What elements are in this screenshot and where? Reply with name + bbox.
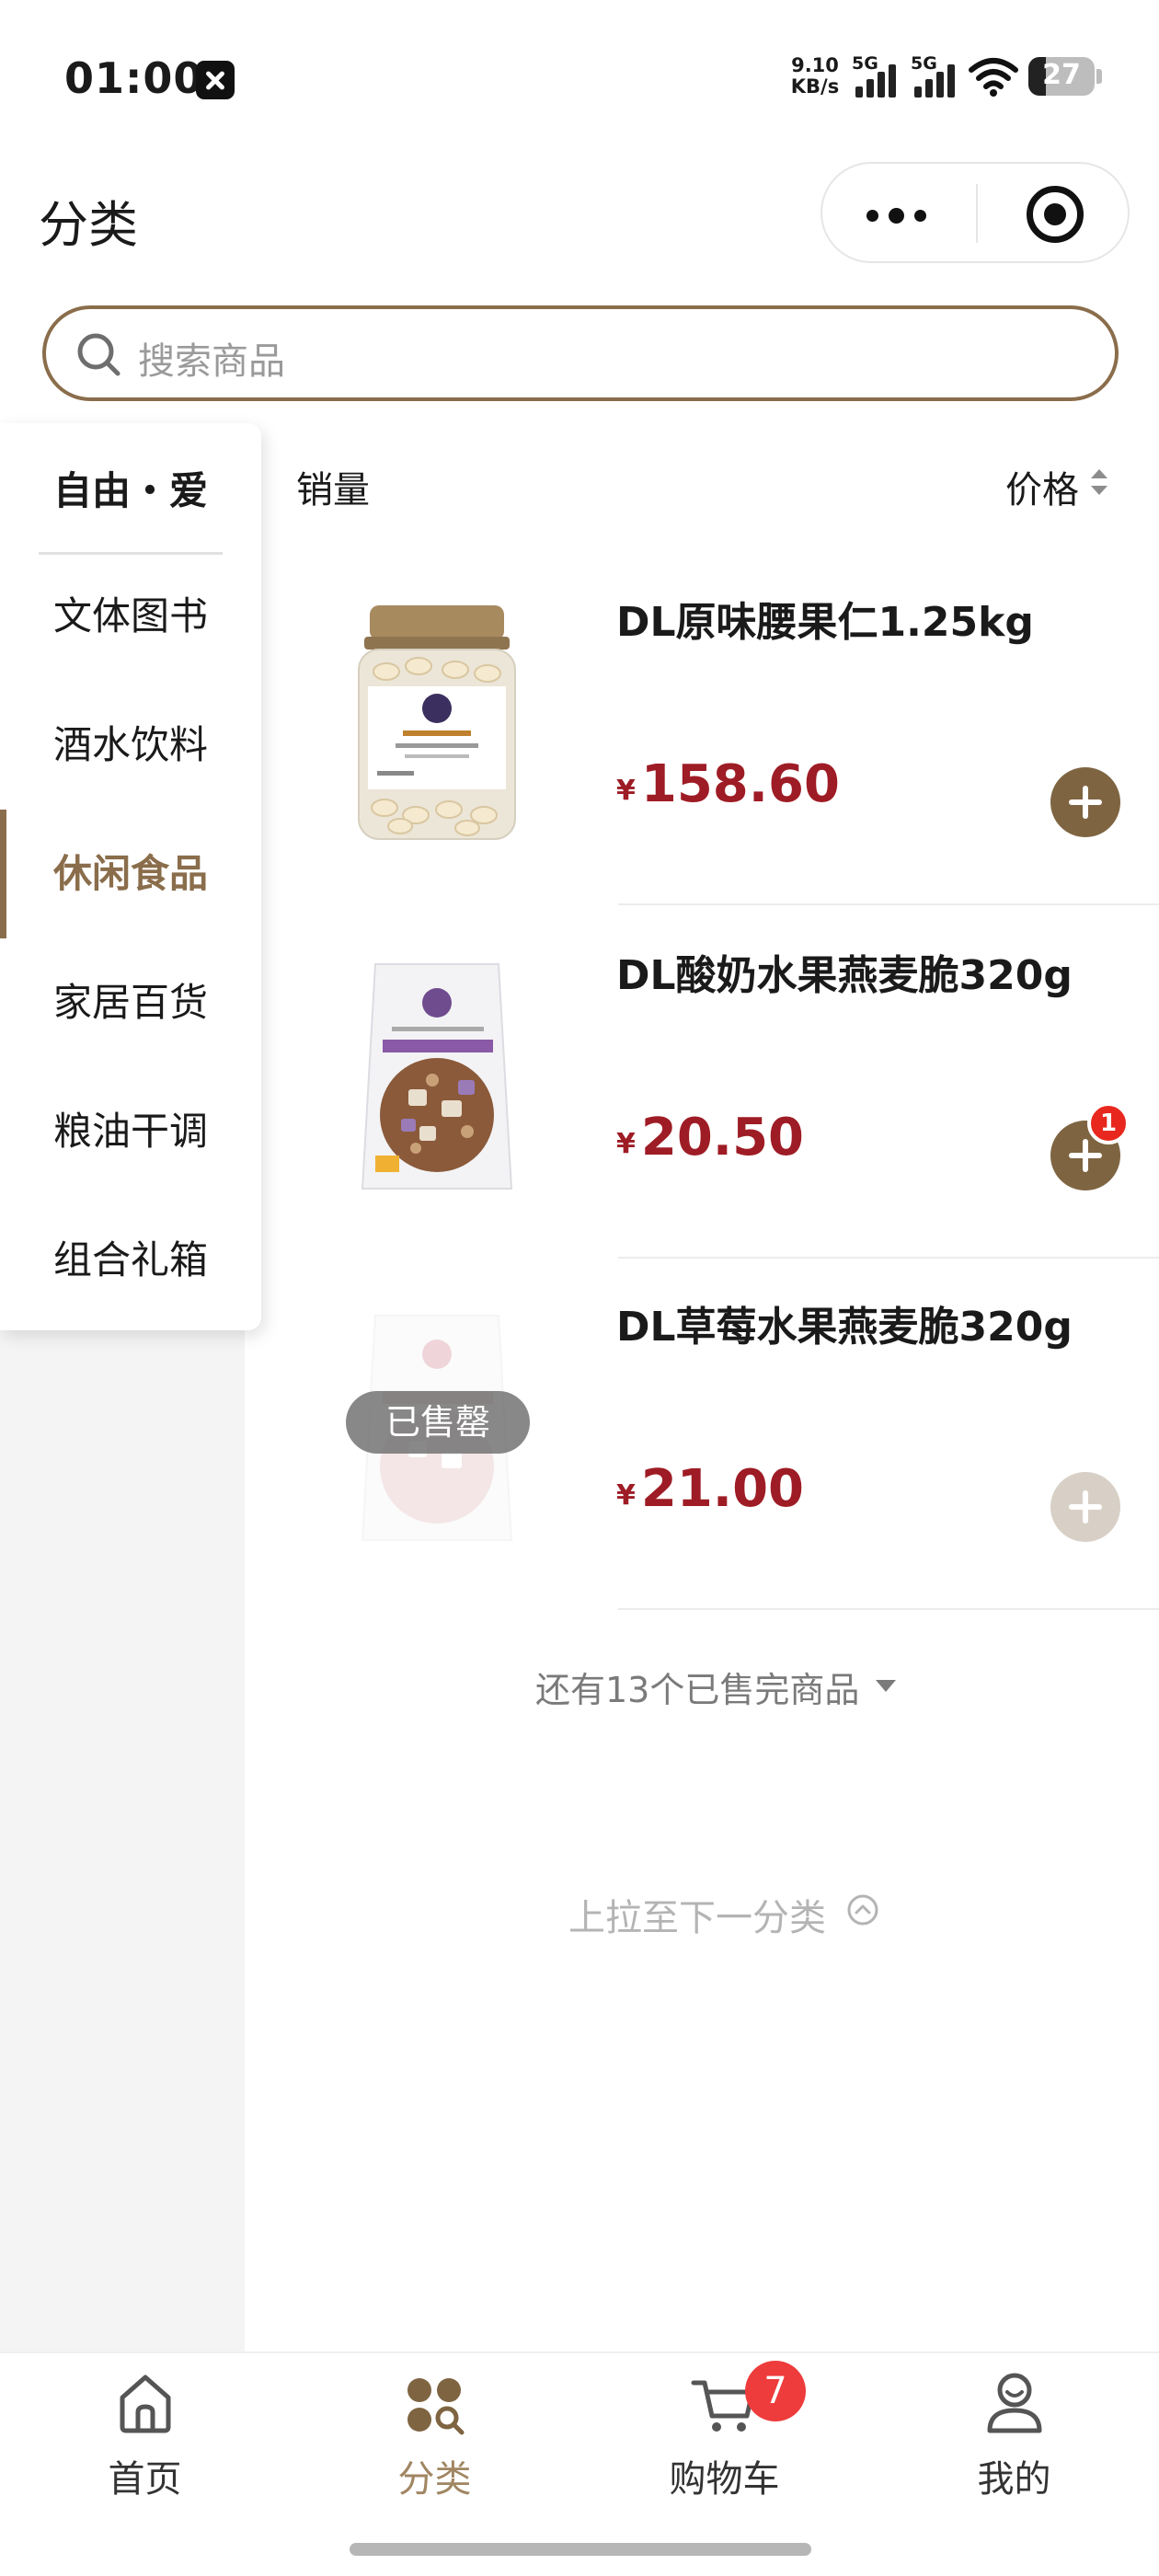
sidebar-item-gift-boxes[interactable]: 组合礼箱	[0, 1214, 261, 1306]
tab-label: 购物车	[669, 2458, 780, 2501]
tab-home[interactable]: 首页	[0, 2353, 290, 2537]
add-to-cart-button	[1050, 1472, 1120, 1542]
tab-cart[interactable]: 购物车	[580, 2353, 869, 2537]
more-options-icon[interactable]	[866, 191, 940, 237]
net-speed-unit: KB/s	[790, 75, 840, 98]
category-sidebar: 自由・爱 文体图书 酒水饮料 休闲食品 家居百货 粮油干调 组合礼箱	[0, 423, 261, 1330]
product-image	[331, 598, 543, 846]
product-item[interactable]: 已售罄 DL草莓水果燕麦脆320g ¥21.00	[276, 1257, 1159, 1610]
product-image	[331, 951, 543, 1200]
status-time: 01:00	[64, 53, 204, 103]
signal-type-label: 5G	[852, 53, 878, 74]
product-item[interactable]: DL酸奶水果燕麦脆320g ¥20.50 1	[276, 905, 1159, 1259]
net-speed-value: 9.10	[791, 54, 839, 76]
sort-by-price[interactable]: 价格	[1005, 460, 1079, 513]
profile-icon	[987, 2373, 1042, 2433]
search-placeholder: 搜索商品	[138, 340, 285, 383]
sidebar-item-snacks[interactable]: 休闲食品	[0, 810, 261, 938]
signal-type-label: 5G	[911, 53, 937, 74]
wifi-icon	[969, 58, 1018, 97]
battery-level: 27	[1042, 59, 1081, 91]
sidebar-item-grain-oil[interactable]: 粮油干调	[0, 1086, 261, 1178]
category-icon	[407, 2378, 465, 2435]
product-price: ¥20.50	[616, 1108, 805, 1167]
sort-arrows-icon[interactable]	[1087, 464, 1111, 500]
tab-category[interactable]: 分类	[290, 2353, 580, 2537]
sort-by-sales[interactable]: 销量	[296, 460, 370, 513]
product-name[interactable]: DL草莓水果燕麦脆320g	[616, 1294, 1073, 1352]
product-name[interactable]: DL原味腰果仁1.25kg	[616, 589, 1034, 648]
chevron-up-circle-icon	[847, 1894, 878, 1926]
more-sold-out-toggle[interactable]: 还有13个已售完商品	[535, 1662, 859, 1712]
close-miniprogram-icon[interactable]	[1027, 186, 1084, 243]
notification-x-icon	[196, 61, 235, 99]
pull-next-category-hint: 上拉至下一分类	[568, 1897, 826, 1939]
home-indicator[interactable]	[350, 2543, 811, 2556]
tab-profile[interactable]: 我的	[869, 2353, 1159, 2537]
tab-label: 首页	[108, 2458, 182, 2501]
sidebar-item-household[interactable]: 家居百货	[0, 957, 261, 1049]
tab-label: 分类	[397, 2458, 472, 2501]
add-to-cart-button[interactable]	[1050, 767, 1120, 837]
cart-count-badge: 7	[745, 2361, 806, 2421]
signal-icon: 5G	[852, 53, 903, 99]
sidebar-item-drinks[interactable]: 酒水饮料	[0, 699, 261, 791]
product-item[interactable]: DL原味腰果仁1.25kg ¥158.60	[276, 552, 1159, 905]
battery-icon: 27	[1028, 57, 1095, 96]
page-title: 分类	[39, 196, 138, 254]
search-icon	[77, 333, 120, 376]
product-price: ¥158.60	[616, 754, 840, 814]
product-name[interactable]: DL酸奶水果燕麦脆320g	[616, 942, 1073, 1001]
signal-icon: 5G	[911, 53, 962, 99]
tab-label: 我的	[977, 2458, 1051, 2501]
sidebar-brand[interactable]: 自由・爱	[0, 460, 261, 516]
page: 01:00 9.10 KB/s 5G 5G 27 分类 搜索商品 自由・爱 文体…	[0, 0, 1159, 2576]
network-speed: 9.10 KB/s	[787, 55, 843, 98]
search-input[interactable]: 搜索商品	[42, 305, 1119, 401]
miniprogram-capsule	[820, 162, 1130, 263]
chevron-down-icon[interactable]	[876, 1680, 896, 1692]
status-bar: 01:00 9.10 KB/s 5G 5G 27	[0, 0, 1159, 156]
home-icon	[120, 2375, 171, 2433]
product-price: ¥21.00	[616, 1459, 805, 1519]
sidebar-item-stationery-books[interactable]: 文体图书	[0, 570, 261, 662]
cart-quantity-badge: 1	[1087, 1102, 1130, 1144]
sold-out-tag: 已售罄	[346, 1391, 530, 1454]
